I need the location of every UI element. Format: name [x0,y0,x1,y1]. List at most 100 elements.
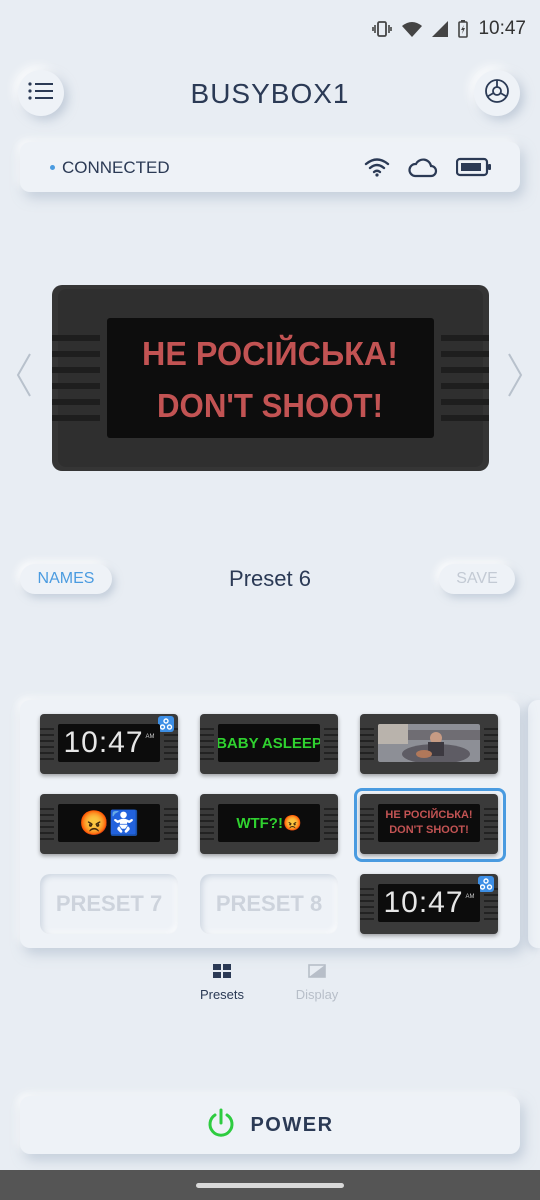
previous-arrow-icon[interactable] [14,350,34,400]
preset-clock-text: 10:47 [63,726,144,759]
tile-ridge [324,838,338,840]
tile-ridge [324,832,338,834]
tile-ridge [484,728,498,730]
preset-screen: 10:47 AM [378,884,480,922]
tile-ridge [484,734,498,736]
gear-icon [483,77,511,110]
tile-ridge [484,894,498,896]
next-page-card-edge [528,700,540,948]
tab-presets-label: Presets [199,987,245,1002]
tile-ridge [40,814,54,816]
grid-icon [213,964,231,981]
tile-ridge [200,740,214,742]
tile-ridge [484,912,498,914]
preset-screen: 😡🚼 [58,804,160,842]
tile-ridge [164,758,178,760]
cloud-sync-badge-icon [478,876,494,892]
preset-tile-9[interactable]: 10:47 AM [360,874,498,934]
tile-ridge [200,838,214,840]
tile-ridge [360,888,374,890]
tile-ridge [360,740,374,742]
wifi-icon [364,157,390,182]
gesture-handle[interactable] [196,1183,344,1188]
tile-ridge [324,752,338,754]
tile-ridge [40,832,54,834]
tab-presets[interactable]: Presets [195,964,249,1002]
preset-empty-label: PRESET 7 [55,891,163,916]
tile-ridge [164,746,178,748]
tile-ridge [484,752,498,754]
preset-photo [378,724,480,762]
clock: 10:47 [478,18,526,39]
tile-ridge [324,820,338,822]
preset-empty-label: PRESET 8 [215,891,323,916]
display-icon [308,964,326,981]
power-button[interactable]: POWER [20,1096,520,1154]
tile-ridge [360,752,374,754]
tile-ridge [360,918,374,920]
preset-clock-ampm: AM [465,894,475,900]
next-arrow-icon[interactable] [505,350,525,400]
tile-ridge [164,740,178,742]
tile-ridge [324,746,338,748]
preset-emoji-text: 😡🚼 [79,809,139,837]
tile-ridge [324,826,338,828]
tile-ridge [360,758,374,760]
preset-tile-1[interactable]: 10:47 AM [40,714,178,774]
tile-ridge [164,814,178,816]
tile-ridge [40,746,54,748]
tile-ridge [40,740,54,742]
tile-ridge [40,728,54,730]
tile-ridge [324,758,338,760]
wifi-status-icon [402,21,423,37]
tile-ridge [360,728,374,730]
preset-tile-4[interactable]: 😡🚼 [40,794,178,854]
tile-ridge [484,918,498,920]
tile-ridge [200,752,214,754]
preset-tile-3[interactable] [360,714,498,774]
tile-ridge [324,740,338,742]
page-title: BUSYBOX1 [190,78,350,109]
tile-ridge [40,758,54,760]
preset-tile-7[interactable]: PRESET 7 [40,874,178,934]
tile-ridge [360,894,374,896]
tile-ridge [484,740,498,742]
tile-ridge [200,820,214,822]
tile-ridge [164,820,178,822]
tile-ridge [324,808,338,810]
preset-tile-8[interactable]: PRESET 8 [200,874,338,934]
tile-ridge [200,758,214,760]
preset-screen: BABY ASLEEP [218,724,320,762]
status-dot [50,165,55,170]
tile-ridge [164,752,178,754]
tile-ridge [200,826,214,828]
tab-display-label: Display [295,987,339,1002]
tile-ridge [40,838,54,840]
tile-ridge [484,900,498,902]
tile-ridge [200,808,214,810]
connection-status: CONNECTED [62,158,170,177]
preset-clock-text: 10:47 [383,886,464,919]
connection-card: CONNECTED [20,142,520,192]
tile-ridge [164,838,178,840]
tile-ridge [40,808,54,810]
preset-tile-2[interactable]: BABY ASLEEP [200,714,338,774]
preset-tile-5[interactable]: WTF?!😡 [200,794,338,854]
tile-ridge [324,734,338,736]
tile-ridge [324,728,338,730]
status-bar: 10:47 [0,0,540,60]
battery-status-icon [458,20,469,38]
cloud-icon [408,156,438,183]
tab-display[interactable]: Display [290,964,344,1002]
preset-grid: 10:47 AM BABY ASLEEP 😡🚼 WTF?!😡 НЕ РОСІЙСЬКА! D… [20,700,520,948]
power-icon [206,1108,236,1143]
tile-ridge [324,814,338,816]
preset-screen: 10:47 AM [58,724,160,762]
settings-button[interactable] [474,70,520,116]
tile-ridge [40,826,54,828]
tile-ridge [484,746,498,748]
tile-ridge [200,728,214,730]
save-button[interactable]: SAVE [439,564,515,594]
tile-ridge [164,832,178,834]
preset-tile-6[interactable]: НЕ РОСІЙСЬКА! DON'T SHOOT! [354,788,506,862]
